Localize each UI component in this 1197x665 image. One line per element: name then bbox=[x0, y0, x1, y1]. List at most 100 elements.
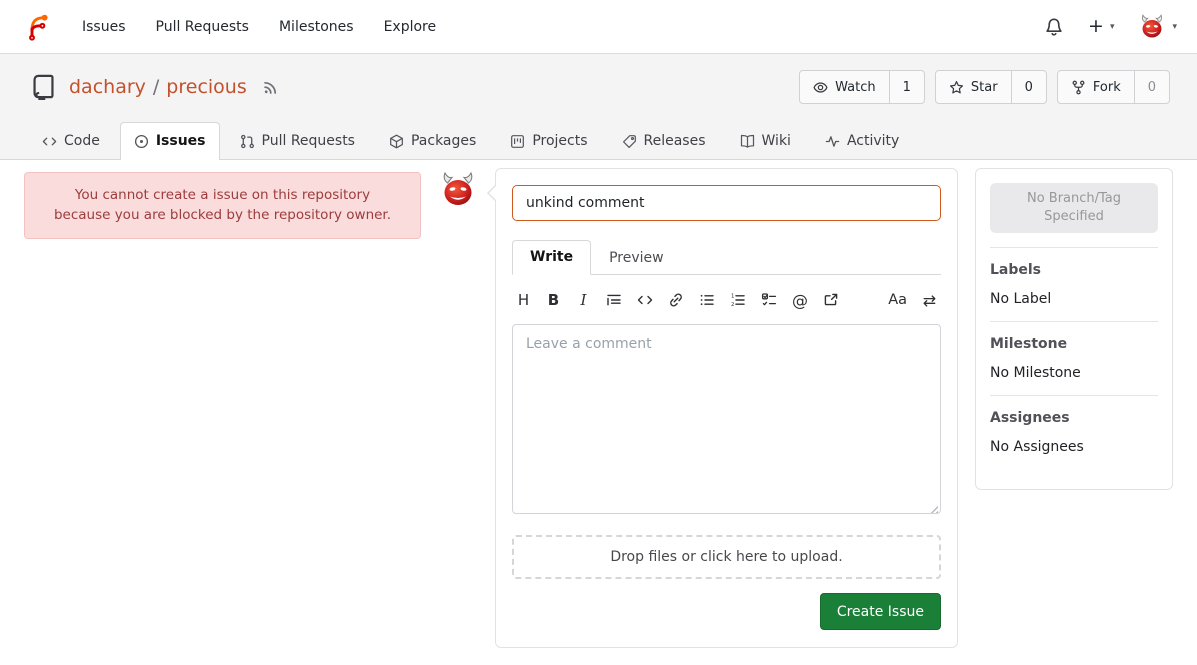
tab-issues-label: Issues bbox=[156, 133, 206, 149]
navbar-right: + ▾ ▾ bbox=[1044, 13, 1177, 41]
pulse-icon bbox=[825, 134, 840, 149]
new-issue-form-panel: Write Preview H B I bbox=[495, 168, 958, 648]
navbar-item-issues[interactable]: Issues bbox=[82, 19, 126, 35]
labels-value: No Label bbox=[990, 291, 1158, 307]
tab-projects-label: Projects bbox=[532, 133, 587, 149]
tab-releases[interactable]: Releases bbox=[608, 122, 720, 160]
tab-packages-label: Packages bbox=[411, 133, 476, 149]
book-icon bbox=[740, 134, 755, 149]
watch-label: Watch bbox=[835, 80, 875, 95]
fork-button[interactable]: Fork bbox=[1058, 71, 1134, 103]
tab-projects[interactable]: Projects bbox=[496, 122, 601, 160]
repo-name-link[interactable]: precious bbox=[166, 76, 246, 98]
tab-code-label: Code bbox=[64, 133, 100, 149]
tag-icon bbox=[622, 134, 637, 149]
comment-textarea[interactable] bbox=[512, 324, 941, 514]
chevron-down-icon: ▾ bbox=[1172, 22, 1177, 32]
comment-area-wrapper bbox=[512, 312, 941, 518]
bold-button[interactable]: B bbox=[546, 291, 561, 309]
branch-tag-button: No Branch/Tag Specified bbox=[990, 183, 1158, 233]
tab-pull-requests[interactable]: Pull Requests bbox=[226, 122, 369, 160]
file-dropzone[interactable]: Drop files or click here to upload. bbox=[512, 535, 941, 579]
rss-feed-icon[interactable] bbox=[263, 79, 279, 95]
task-list-button[interactable] bbox=[761, 292, 777, 308]
notifications-bell-icon[interactable] bbox=[1044, 17, 1064, 37]
heading-button[interactable]: H bbox=[516, 291, 531, 309]
forgejo-logo-icon[interactable] bbox=[20, 12, 50, 42]
editor-tab-bar: Write Preview bbox=[512, 238, 941, 275]
eye-icon bbox=[813, 80, 828, 95]
tab-activity[interactable]: Activity bbox=[811, 122, 913, 160]
navbar-item-pull-requests[interactable]: Pull Requests bbox=[156, 19, 249, 35]
chevron-down-icon: ▾ bbox=[1110, 22, 1115, 32]
tab-packages[interactable]: Packages bbox=[375, 122, 490, 160]
ordered-list-button[interactable]: 1 2 bbox=[730, 292, 746, 308]
git-pull-request-icon bbox=[240, 134, 255, 149]
star-button[interactable]: Star bbox=[936, 71, 1011, 103]
italic-button[interactable]: I bbox=[576, 291, 591, 309]
repo-separator: / bbox=[153, 76, 159, 98]
switch-editor-button[interactable]: ⇄ bbox=[922, 291, 937, 310]
submit-row: Create Issue bbox=[512, 593, 941, 630]
repo-owner-link[interactable]: dachary bbox=[69, 76, 146, 98]
mention-button[interactable]: @ bbox=[792, 291, 808, 310]
preview-tab[interactable]: Preview bbox=[591, 241, 682, 275]
sidebar-divider bbox=[990, 321, 1158, 322]
star-icon bbox=[949, 80, 964, 95]
project-board-icon bbox=[510, 134, 525, 149]
issue-author-avatar[interactable] bbox=[438, 170, 478, 210]
star-count[interactable]: 0 bbox=[1011, 71, 1046, 103]
assignees-value: No Assignees bbox=[990, 439, 1158, 455]
watch-button-group: Watch 1 bbox=[799, 70, 925, 104]
sidebar-divider bbox=[990, 247, 1158, 248]
markdown-toolbar: H B I bbox=[512, 288, 941, 312]
link-button[interactable] bbox=[668, 292, 684, 308]
user-avatar bbox=[1138, 13, 1166, 41]
repo-header: dachary / precious Watch 1 bbox=[0, 54, 1197, 160]
navbar-item-explore[interactable]: Explore bbox=[384, 19, 437, 35]
svg-text:1: 1 bbox=[731, 293, 734, 299]
milestone-value: No Milestone bbox=[990, 365, 1158, 381]
sidebar-divider bbox=[990, 395, 1158, 396]
milestone-header[interactable]: Milestone bbox=[990, 336, 1158, 352]
write-tab[interactable]: Write bbox=[512, 240, 591, 275]
issue-opened-icon bbox=[134, 134, 149, 149]
create-issue-button[interactable]: Create Issue bbox=[820, 593, 941, 630]
fork-count[interactable]: 0 bbox=[1134, 71, 1169, 103]
navbar-item-milestones[interactable]: Milestones bbox=[279, 19, 354, 35]
issue-title-input[interactable] bbox=[512, 185, 941, 221]
watch-count[interactable]: 1 bbox=[889, 71, 924, 103]
plus-icon: + bbox=[1088, 17, 1104, 36]
cross-reference-button[interactable] bbox=[823, 292, 839, 308]
issue-sidebar: No Branch/Tag Specified Labels No Label … bbox=[975, 168, 1173, 490]
code-icon bbox=[42, 134, 57, 149]
page-content: You cannot create a issue on this reposi… bbox=[0, 160, 1197, 665]
fork-icon bbox=[1071, 80, 1086, 95]
assignees-header[interactable]: Assignees bbox=[990, 410, 1158, 426]
repo-title: dachary / precious bbox=[69, 76, 247, 98]
unordered-list-button[interactable] bbox=[699, 292, 715, 308]
font-toggle-button[interactable]: Aa bbox=[888, 292, 907, 308]
tab-pull-requests-label: Pull Requests bbox=[262, 133, 355, 149]
tab-code[interactable]: Code bbox=[28, 122, 114, 160]
user-menu-dropdown[interactable]: ▾ bbox=[1138, 13, 1177, 41]
quote-button[interactable] bbox=[606, 292, 622, 308]
tab-issues[interactable]: Issues bbox=[120, 122, 220, 160]
svg-text:2: 2 bbox=[731, 302, 734, 308]
star-button-group: Star 0 bbox=[935, 70, 1047, 104]
tab-wiki[interactable]: Wiki bbox=[726, 122, 805, 160]
tab-releases-label: Releases bbox=[644, 133, 706, 149]
labels-header[interactable]: Labels bbox=[990, 262, 1158, 278]
package-icon bbox=[389, 134, 404, 149]
tab-activity-label: Activity bbox=[847, 133, 899, 149]
repo-tab-bar: Code Issues Pull Requests bbox=[28, 122, 913, 160]
branch-button-line1: No Branch/Tag bbox=[1027, 190, 1121, 208]
dropzone-label: Drop files or click here to upload. bbox=[610, 549, 842, 565]
watch-button[interactable]: Watch bbox=[800, 71, 888, 103]
create-new-dropdown[interactable]: + ▾ bbox=[1088, 17, 1114, 36]
code-button[interactable] bbox=[637, 292, 653, 308]
top-navbar: Issues Pull Requests Milestones Explore … bbox=[0, 0, 1197, 54]
star-label: Star bbox=[971, 80, 998, 95]
tab-wiki-label: Wiki bbox=[762, 133, 791, 149]
repo-action-buttons: Watch 1 Star 0 bbox=[799, 70, 1170, 104]
